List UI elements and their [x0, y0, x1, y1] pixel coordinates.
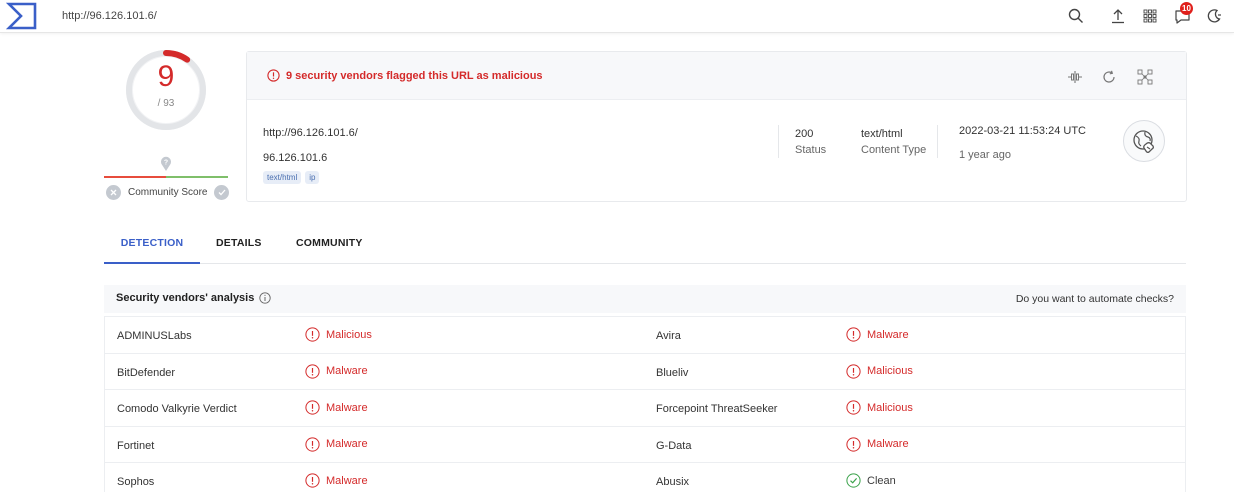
vendor-result: Malware — [305, 473, 368, 488]
search-icon[interactable] — [1066, 6, 1086, 26]
malicious-icon — [846, 400, 861, 415]
tab-detection[interactable]: DETECTION — [104, 228, 200, 264]
summary-card: 9 security vendors flagged this URL as m… — [246, 51, 1187, 202]
tag-content-type[interactable]: text/html — [263, 171, 302, 184]
table-row: ADMINUSLabs Malicious Avira Malware — [105, 317, 1185, 354]
url-type-icon — [1123, 120, 1165, 162]
vendor-result-text: Clean — [867, 474, 896, 487]
malicious-icon — [846, 327, 861, 342]
reanalyze-icon[interactable] — [1099, 67, 1119, 87]
graph-view-icon[interactable] — [1135, 67, 1155, 87]
vendor-result-text: Malicious — [326, 328, 372, 341]
dark-mode-icon[interactable] — [1204, 6, 1224, 26]
vendor-result-text: Malicious — [867, 401, 913, 414]
malicious-icon — [305, 473, 320, 488]
scanned-host[interactable]: 96.126.101.6 — [263, 152, 327, 164]
vendor-name: G-Data — [656, 439, 692, 452]
tag-list: text/html ip — [263, 171, 320, 184]
svg-text:?: ? — [164, 160, 168, 167]
info-icon[interactable] — [259, 292, 272, 304]
vendor-name: ADMINUSLabs — [117, 330, 192, 342]
community-score-label: Community Score — [128, 186, 208, 198]
malicious-icon — [846, 436, 861, 452]
vendor-result-text: Malware — [867, 328, 909, 341]
vendor-name: Comodo Valkyrie Verdict — [117, 403, 237, 415]
vendor-result: Malicious — [305, 327, 372, 342]
vote-harmful-icon[interactable] — [106, 184, 121, 200]
analysis-date: 2022-03-21 11:53:24 UTC — [959, 125, 1086, 137]
scanned-url[interactable]: http://96.126.101.6/ — [263, 127, 358, 139]
notifications-icon[interactable]: 10 — [1172, 2, 1193, 26]
vendor-result: Malicious — [846, 363, 913, 379]
upload-icon[interactable] — [1108, 6, 1128, 26]
divider — [778, 125, 779, 158]
compare-icon[interactable] — [1065, 67, 1085, 87]
tab-details[interactable]: DETAILS — [216, 228, 262, 264]
notification-count-badge: 10 — [1180, 2, 1193, 15]
vendor-result: Clean — [846, 473, 896, 488]
vote-harmless-icon[interactable] — [214, 184, 230, 200]
vendor-name: Blueliv — [656, 366, 689, 379]
analysis-age: 1 year ago — [959, 149, 1011, 161]
vendor-result-text: Malware — [326, 474, 368, 487]
url-search-input[interactable] — [52, 0, 752, 32]
alert-icon — [267, 69, 280, 82]
community-score-bar — [104, 176, 228, 178]
automate-checks-link[interactable]: Do you want to automate checks? — [1016, 293, 1174, 305]
vendor-name: Avira — [656, 330, 681, 342]
vendor-result: Malicious — [846, 400, 913, 415]
malicious-icon — [305, 436, 320, 452]
vendors-title-text: Security vendors' analysis — [116, 292, 255, 304]
vendor-result-text: Malicious — [867, 365, 913, 377]
vendors-table: ADMINUSLabs Malicious Avira Malware BitDefen… — [104, 316, 1186, 492]
tag-ip[interactable]: ip — [305, 171, 320, 184]
malicious-icon — [846, 363, 861, 379]
vendor-name: Sophos — [117, 476, 155, 488]
clean-icon — [846, 473, 861, 488]
detection-count: 9 — [157, 60, 175, 93]
malicious-icon — [305, 327, 320, 342]
vendor-result: Malware — [846, 327, 909, 342]
vendors-title: Security vendors' analysis — [116, 292, 272, 304]
vendor-result-text: Malware — [867, 438, 909, 450]
vendor-result: Malware — [305, 436, 368, 452]
virustotal-logo-icon[interactable] — [6, 2, 38, 30]
vendor-name: Abusix — [656, 476, 690, 488]
malicious-icon — [305, 400, 320, 415]
vendor-result: Malware — [305, 400, 368, 415]
alert-text: 9 security vendors flagged this URL as m… — [286, 69, 543, 82]
vendor-result-text: Malware — [326, 401, 368, 414]
apps-grid-icon[interactable] — [1140, 6, 1160, 26]
status-label: Status — [795, 144, 827, 156]
vendor-result-text: Malware — [326, 365, 368, 377]
detection-total: / 93 — [157, 98, 175, 109]
community-score-pin-icon: ? — [161, 156, 171, 171]
table-row: BitDefender Malware Blueliv Malicious — [105, 354, 1185, 390]
vendor-result: Malware — [305, 363, 368, 379]
status-value: 200 — [795, 128, 814, 140]
vendor-name: BitDefender — [117, 366, 176, 379]
vendors-header: Security vendors' analysis Do you want t… — [104, 285, 1186, 313]
report-tabs: DETECTION DETAILS COMMUNITY — [104, 228, 1186, 264]
vendor-result: Malware — [846, 436, 909, 452]
vendor-result-text: Malware — [326, 438, 368, 450]
top-bar: 10 — [0, 0, 1234, 33]
content-type-label: Content Type — [861, 144, 927, 156]
community-score: Community Score — [106, 183, 230, 201]
malicious-alert: 9 security vendors flagged this URL as m… — [267, 69, 543, 82]
table-row: Sophos Malware Abusix Clean — [105, 463, 1185, 492]
table-row: Fortinet Malware G-Data Malware — [105, 427, 1185, 463]
malicious-icon — [305, 363, 320, 379]
vendor-name: Fortinet — [117, 439, 155, 452]
content-type-value: text/html — [861, 128, 903, 140]
tab-community[interactable]: COMMUNITY — [296, 228, 363, 264]
summary-card-header: 9 security vendors flagged this URL as m… — [247, 52, 1186, 100]
divider — [937, 125, 938, 158]
table-row: Comodo Valkyrie Verdict Malware Forcepoint… — [105, 390, 1185, 427]
vendor-name: Forcepoint ThreatSeeker — [656, 403, 778, 415]
